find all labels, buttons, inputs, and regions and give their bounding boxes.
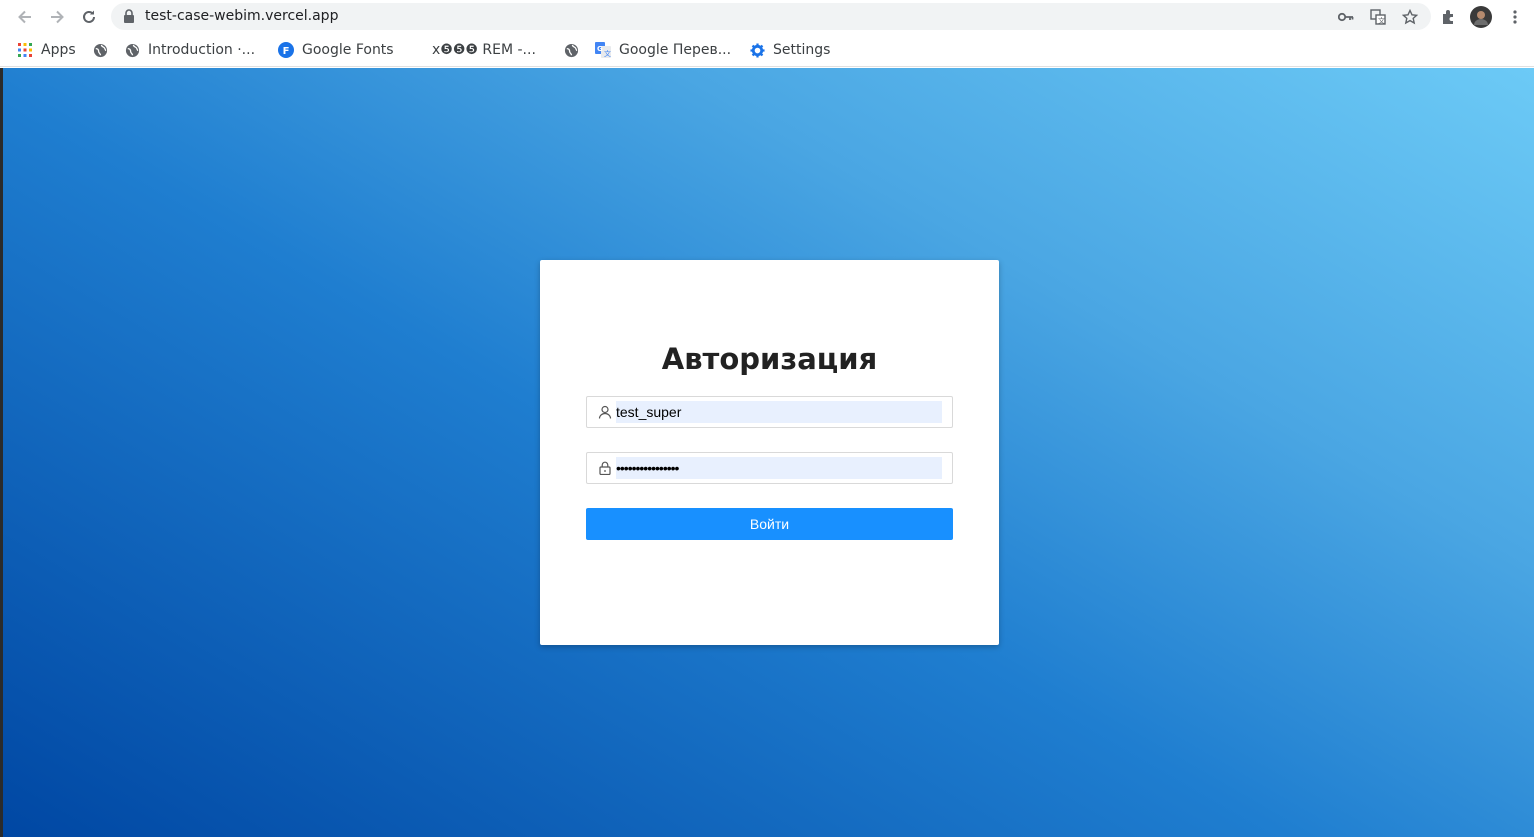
bookmark-globe-1[interactable]	[92, 40, 116, 60]
back-button[interactable]	[14, 6, 36, 28]
login-title: Авторизация	[661, 342, 878, 376]
username-input[interactable]	[616, 401, 942, 423]
bookmark-label: Google Перев...	[619, 42, 732, 58]
password-field[interactable]	[586, 452, 953, 484]
browser-toolbar: test-case-webim.vercel.app 文	[0, 0, 1534, 34]
address-bar[interactable]: test-case-webim.vercel.app 文	[111, 3, 1431, 30]
svg-text:文: 文	[1378, 16, 1385, 25]
extensions-icon[interactable]	[1438, 6, 1460, 28]
menu-kebab-icon[interactable]	[1504, 6, 1526, 28]
apps-grid-icon	[17, 42, 33, 58]
key-icon[interactable]	[1337, 8, 1355, 26]
bookmark-introduction[interactable]: Introduction ·...	[124, 40, 255, 60]
reload-button[interactable]	[78, 6, 100, 28]
bookmark-label: Google Fonts	[302, 42, 394, 58]
bookmark-label: x❺❺❺ REM -...	[432, 42, 536, 58]
lock-icon	[124, 9, 134, 23]
lock-icon	[599, 461, 611, 475]
svg-text:文: 文	[604, 49, 611, 58]
bookmark-globe-2[interactable]	[563, 40, 587, 60]
bookmarks-bar: Apps Introduction ·... F Google Fonts x❺…	[0, 34, 1534, 67]
forward-button[interactable]	[46, 6, 68, 28]
globe-icon	[92, 42, 108, 58]
globe-icon	[124, 42, 140, 58]
forward-arrow-icon	[51, 10, 64, 24]
svg-text:G: G	[597, 45, 603, 53]
globe-icon	[563, 42, 579, 58]
user-icon	[598, 405, 612, 419]
back-arrow-icon	[18, 10, 31, 24]
bookmark-star-icon[interactable]	[1401, 8, 1419, 26]
reload-icon	[83, 10, 95, 23]
bookmark-google-translate[interactable]: G文 Google Перев...	[595, 40, 731, 60]
username-field[interactable]	[586, 396, 953, 428]
bookmark-label: Settings	[773, 42, 831, 58]
bookmark-settings[interactable]: Settings	[749, 40, 830, 60]
google-translate-icon: G文	[595, 42, 611, 58]
bookmark-label: Introduction ·...	[148, 42, 256, 58]
profile-avatar[interactable]	[1470, 6, 1492, 28]
google-fonts-icon: F	[278, 42, 294, 58]
login-card: Авторизация Войти	[540, 260, 999, 645]
password-input[interactable]	[616, 457, 942, 479]
bookmark-google-fonts[interactable]: F Google Fonts	[278, 40, 394, 60]
gear-icon	[749, 42, 765, 58]
url-text: test-case-webim.vercel.app	[145, 8, 339, 24]
login-button[interactable]: Войти	[586, 508, 953, 540]
bookmark-label: Apps	[41, 42, 76, 58]
bookmark-apps[interactable]: Apps	[17, 40, 76, 60]
page-background: Авторизация Войти	[3, 68, 1534, 837]
translate-page-icon[interactable]: 文	[1369, 8, 1387, 26]
svg-text:F: F	[283, 46, 290, 57]
bookmark-rem[interactable]: x❺❺❺ REM -...	[432, 40, 536, 60]
